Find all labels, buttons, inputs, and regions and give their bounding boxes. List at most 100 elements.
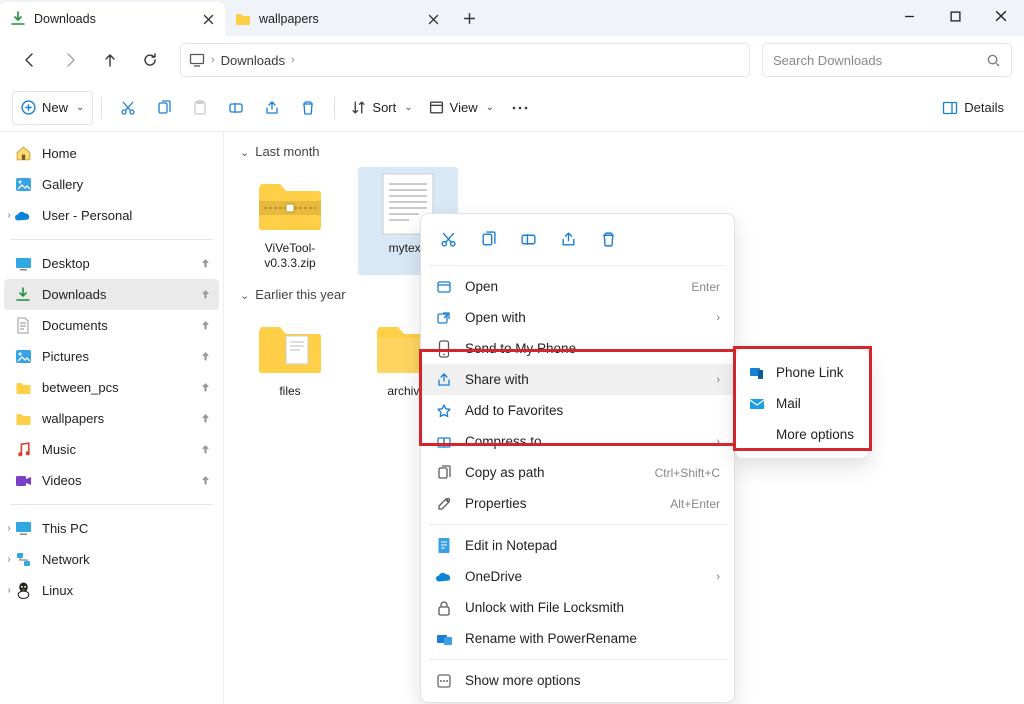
menu-item-compress-to-[interactable]: Compress to... ›: [421, 426, 734, 457]
details-pane-button[interactable]: Details: [934, 91, 1012, 125]
network-icon: [14, 551, 32, 569]
menu-item-edit-in-notepad[interactable]: Edit in Notepad: [421, 530, 734, 561]
sidebar-item-documents[interactable]: Documents: [4, 310, 219, 341]
folder-icon: [14, 379, 32, 397]
folder-icon: [14, 410, 32, 428]
sidebar-item-this-pc[interactable]: ›This PC: [4, 513, 219, 544]
share-icon: [435, 371, 453, 389]
details-label: Details: [964, 100, 1004, 115]
pin-icon: [200, 289, 211, 300]
file-thumb: [253, 314, 327, 380]
view-button[interactable]: View ⌄: [421, 91, 502, 125]
share-button[interactable]: [254, 91, 290, 125]
maximize-button[interactable]: [932, 0, 978, 32]
sidebar-item-gallery[interactable]: Gallery: [4, 169, 219, 200]
up-button[interactable]: [92, 42, 128, 78]
menu-item-open[interactable]: Open Enter: [421, 271, 734, 302]
tab-label: Downloads: [34, 12, 193, 26]
star-icon: [435, 402, 453, 420]
menu-item-phone-link[interactable]: Phone Link: [736, 357, 869, 388]
refresh-button[interactable]: [132, 42, 168, 78]
menu-item-label: Open: [465, 279, 679, 294]
sidebar-item-videos[interactable]: Videos: [4, 465, 219, 496]
menu-item-label: Edit in Notepad: [465, 538, 720, 553]
sidebar-item-network[interactable]: ›Network: [4, 544, 219, 575]
breadcrumb[interactable]: › Downloads ›: [180, 43, 750, 77]
context-menu: Open Enter Open with › Send to My Phone …: [420, 213, 735, 703]
pin-icon: [200, 475, 211, 486]
sidebar-item-home[interactable]: Home: [4, 138, 219, 169]
copy-button[interactable]: [146, 91, 182, 125]
rename-button[interactable]: [513, 224, 543, 254]
menu-item-open-with[interactable]: Open with ›: [421, 302, 734, 333]
chevron-down-icon: ⌄: [240, 146, 249, 159]
open-icon: [435, 278, 453, 296]
sort-button[interactable]: Sort ⌄: [343, 91, 420, 125]
sidebar-item-music[interactable]: Music: [4, 434, 219, 465]
file-name: files: [279, 384, 300, 399]
sidebar-label: Pictures: [42, 349, 89, 364]
menu-item-properties[interactable]: Properties Alt+Enter: [421, 488, 734, 519]
tab-wallpapers[interactable]: wallpapers: [225, 2, 450, 36]
delete-button[interactable]: [593, 224, 623, 254]
documents-icon: [14, 317, 32, 335]
new-button[interactable]: New ⌄: [12, 91, 93, 125]
tab-downloads[interactable]: Downloads: [0, 2, 225, 36]
search-icon: [986, 53, 1001, 68]
menu-item-more-options[interactable]: More options: [736, 419, 869, 450]
menu-item-mail[interactable]: Mail: [736, 388, 869, 419]
menu-item-share-with[interactable]: Share with ›: [421, 364, 734, 395]
chevron-right-icon[interactable]: ›: [2, 585, 16, 596]
share-button[interactable]: [553, 224, 583, 254]
context-menu-actions-row: [421, 220, 734, 260]
sidebar-item-downloads[interactable]: Downloads: [4, 279, 219, 310]
chevron-right-icon: ›: [716, 436, 720, 448]
context-submenu-share-with: Phone Link Mail More options: [735, 348, 870, 459]
sidebar-item-user-personal[interactable]: › User - Personal: [4, 200, 219, 231]
sidebar-item-desktop[interactable]: Desktop: [4, 248, 219, 279]
sidebar-label: Videos: [42, 473, 82, 488]
menu-item-add-to-favorites[interactable]: Add to Favorites: [421, 395, 734, 426]
group-label: Earlier this year: [255, 287, 345, 302]
view-label: View: [450, 100, 478, 115]
sidebar-item-between_pcs[interactable]: between_pcs: [4, 372, 219, 403]
paste-button[interactable]: [182, 91, 218, 125]
menu-item-onedrive[interactable]: OneDrive ›: [421, 561, 734, 592]
sidebar-item-linux[interactable]: ›Linux: [4, 575, 219, 606]
sidebar-label: between_pcs: [42, 380, 119, 395]
close-icon[interactable]: [426, 12, 440, 26]
rename-button[interactable]: [218, 91, 254, 125]
search-input[interactable]: Search Downloads: [762, 43, 1012, 77]
menu-item-label: Compress to...: [465, 434, 704, 449]
menu-item-send-to-my-phone[interactable]: Send to My Phone: [421, 333, 734, 364]
file-item[interactable]: ViVeTool-v0.3.3.zip: [240, 167, 340, 275]
breadcrumb-segment[interactable]: Downloads: [221, 53, 285, 68]
back-button[interactable]: [12, 42, 48, 78]
more-button[interactable]: [502, 91, 538, 125]
chevron-right-icon[interactable]: ›: [2, 554, 16, 565]
group-header[interactable]: ⌄ Last month: [240, 144, 1008, 159]
search-placeholder: Search Downloads: [773, 53, 986, 68]
minimize-button[interactable]: [886, 0, 932, 32]
close-icon[interactable]: [201, 12, 215, 26]
cut-button[interactable]: [433, 224, 463, 254]
chevron-right-icon[interactable]: ›: [2, 523, 16, 534]
sidebar-label: Gallery: [42, 177, 83, 192]
openwith-icon: [435, 309, 453, 327]
cut-button[interactable]: [110, 91, 146, 125]
forward-button[interactable]: [52, 42, 88, 78]
copy-button[interactable]: [473, 224, 503, 254]
menu-item-copy-as-path[interactable]: Copy as path Ctrl+Shift+C: [421, 457, 734, 488]
phone-icon: [435, 340, 453, 358]
file-item[interactable]: files: [240, 310, 340, 403]
close-window-button[interactable]: [978, 0, 1024, 32]
add-tab-button[interactable]: [454, 3, 484, 33]
menu-item-show-more[interactable]: Show more options: [421, 665, 734, 696]
menu-item-unlock-with-file-locksmith[interactable]: Unlock with File Locksmith: [421, 592, 734, 623]
chevron-right-icon[interactable]: ›: [2, 210, 16, 221]
delete-button[interactable]: [290, 91, 326, 125]
sidebar-item-pictures[interactable]: Pictures: [4, 341, 219, 372]
group-label: Last month: [255, 144, 319, 159]
menu-item-rename-with-powerrename[interactable]: Rename with PowerRename: [421, 623, 734, 654]
sidebar-item-wallpapers[interactable]: wallpapers: [4, 403, 219, 434]
